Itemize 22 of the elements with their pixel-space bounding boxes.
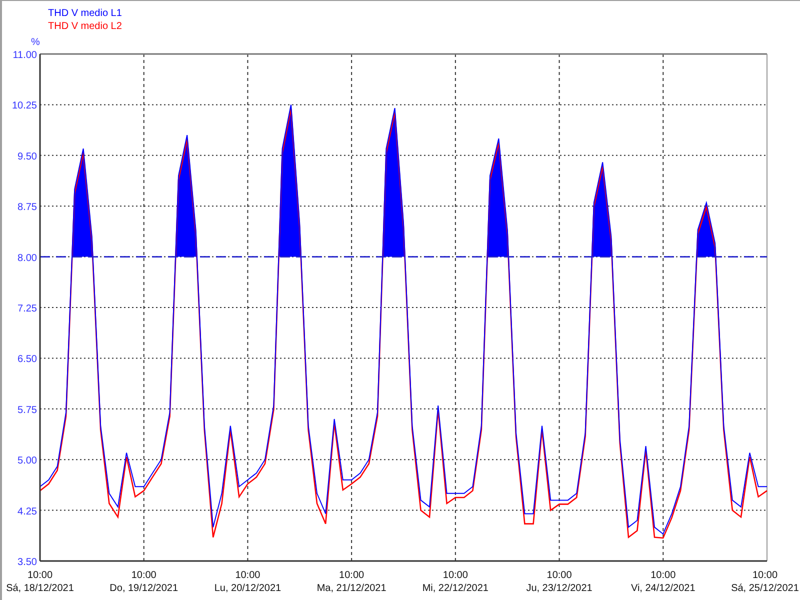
y-tick-label: 5.00: [18, 456, 37, 467]
y-tick-label: 10.25: [12, 100, 37, 112]
y-tick-label: 5.75: [18, 404, 37, 416]
y-tick-label: 8.00: [18, 252, 37, 264]
x-tick-label: 10:00 Sá, 18/12/2021: [6, 570, 74, 594]
x-tick-label: 10:00 Do, 19/12/2021: [110, 570, 178, 594]
x-tick-label: 10:00 Vi, 24/12/2021: [630, 570, 696, 594]
x-tick-label: 10:00 Ju, 23/12/2021: [526, 570, 592, 594]
y-tick-label: 11.00: [12, 50, 37, 61]
y-tick-label: 9.50: [18, 151, 37, 162]
y-tick-label: 4.25: [18, 506, 37, 518]
y-tick-label: 3.50: [18, 557, 37, 568]
legend-label: THD V medio L2: [48, 21, 122, 32]
x-tick-label: 10:00 Ma, 21/12/2021: [316, 570, 386, 594]
legend-label: THD V medio L1: [48, 8, 122, 19]
x-tick-label: 10:00 Mi, 22/12/2021: [422, 570, 489, 594]
y-axis-unit: %: [31, 37, 40, 48]
y-tick-label: 7.25: [18, 304, 37, 314]
y-tick-label: 8.75: [18, 202, 37, 214]
y-tick-label: 6.50: [18, 354, 37, 366]
x-tick-label: 10:00 Lu, 20/12/2021: [214, 570, 282, 594]
x-tick-label: 10:00 Sá, 25/12/2021: [731, 570, 799, 594]
